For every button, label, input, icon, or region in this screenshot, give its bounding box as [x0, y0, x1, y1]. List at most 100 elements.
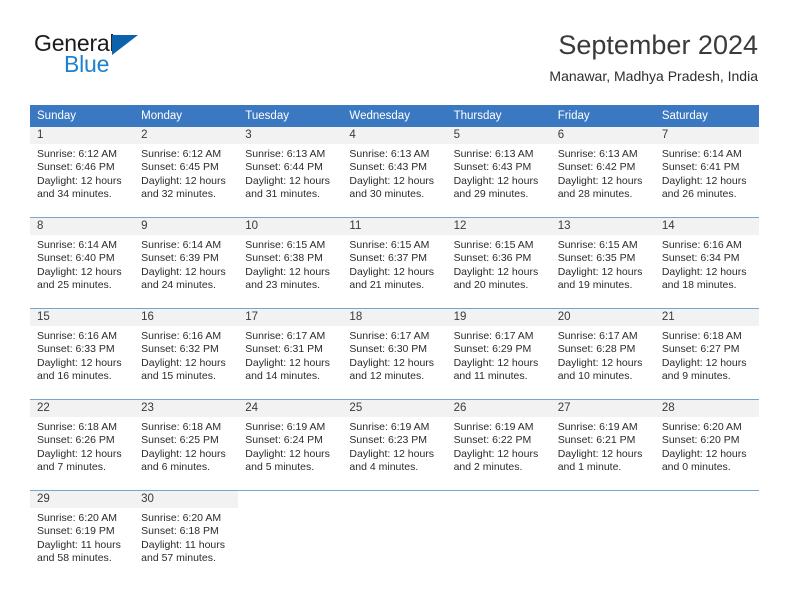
day-cell[interactable]: 27 Sunrise: 6:19 AM Sunset: 6:21 PM Dayligh… — [550, 399, 655, 491]
day-cell-empty — [654, 490, 759, 577]
day-cell[interactable]: 9 Sunrise: 6:14 AM Sunset: 6:39 PM Daylight… — [134, 217, 239, 309]
sunrise-text: Sunrise: 6:19 AM — [245, 421, 326, 433]
sunrise-text: Sunrise: 6:15 AM — [453, 239, 534, 251]
daylight-text-line2: and 0 minutes. — [661, 461, 731, 474]
day-cell[interactable]: 2 Sunrise: 6:12 AM Sunset: 6:45 PM Daylight… — [134, 127, 239, 218]
day-info: Sunrise: 6:15 AM Sunset: 6:37 PM Daylight:… — [342, 235, 446, 293]
day-cell[interactable]: 30 Sunrise: 6:20 AM Sunset: 6:18 PM Dayligh… — [134, 490, 239, 577]
day-info: Sunrise: 6:17 AM Sunset: 6:31 PM Daylight:… — [238, 326, 342, 384]
daylight-text-line1: Daylight: 12 hours — [453, 356, 539, 369]
day-cell[interactable]: 12 Sunrise: 6:15 AM Sunset: 6:36 PM Dayligh… — [446, 217, 551, 309]
day-number: 28 — [654, 400, 759, 417]
daylight-text-line1: Daylight: 11 hours — [141, 538, 225, 551]
general-blue-logo[interactable]: General Blue — [34, 32, 214, 84]
day-cell[interactable]: 1 Sunrise: 6:12 AM Sunset: 6:46 PM Daylight… — [30, 127, 135, 218]
day-info: Sunrise: 6:16 AM Sunset: 6:33 PM Daylight:… — [30, 326, 134, 384]
day-number: 18 — [342, 309, 447, 326]
day-cell[interactable]: 18 Sunrise: 6:17 AM Sunset: 6:30 PM Dayligh… — [342, 308, 447, 400]
day-number: 20 — [550, 309, 655, 326]
day-number: 21 — [654, 309, 759, 326]
day-cell[interactable]: 4 Sunrise: 6:13 AM Sunset: 6:43 PM Daylight… — [342, 127, 447, 218]
daylight-text-line1: Daylight: 12 hours — [661, 265, 747, 278]
day-cell[interactable]: 23 Sunrise: 6:18 AM Sunset: 6:25 PM Dayligh… — [134, 399, 239, 491]
daylight-text-line2: and 7 minutes. — [37, 461, 106, 474]
day-info: Sunrise: 6:18 AM Sunset: 6:25 PM Daylight:… — [134, 417, 238, 475]
day-cell[interactable]: 8 Sunrise: 6:14 AM Sunset: 6:40 PM Daylight… — [30, 217, 135, 309]
sunset-text: Sunset: 6:32 PM — [141, 343, 219, 356]
daylight-text-line2: and 26 minutes. — [661, 188, 737, 201]
day-cell[interactable]: 3 Sunrise: 6:13 AM Sunset: 6:44 PM Daylight… — [238, 127, 343, 218]
day-number — [238, 491, 342, 508]
day-cell[interactable]: 6 Sunrise: 6:13 AM Sunset: 6:42 PM Daylight… — [550, 127, 655, 218]
daylight-text-line1: Daylight: 12 hours — [557, 174, 643, 187]
calendar-table: Sunday Monday Tuesday Wednesday Thursday… — [30, 105, 759, 577]
sunset-text: Sunset: 6:38 PM — [245, 252, 323, 265]
sunrise-text: Sunrise: 6:20 AM — [37, 512, 117, 524]
day-cell[interactable]: 19 Sunrise: 6:17 AM Sunset: 6:29 PM Dayligh… — [446, 308, 551, 400]
weekday-header-tuesday: Tuesday — [238, 105, 343, 127]
day-number: 8 — [30, 218, 135, 235]
day-cell[interactable]: 5 Sunrise: 6:13 AM Sunset: 6:43 PM Daylight… — [446, 127, 551, 218]
sunrise-text: Sunrise: 6:13 AM — [557, 148, 638, 160]
sunset-text: Sunset: 6:29 PM — [453, 343, 532, 356]
day-number: 2 — [134, 127, 239, 144]
day-info: Sunrise: 6:14 AM Sunset: 6:41 PM Daylight:… — [655, 144, 759, 202]
sunset-text: Sunset: 6:28 PM — [557, 343, 636, 356]
daylight-text-line1: Daylight: 12 hours — [37, 356, 122, 369]
daylight-text-line2: and 9 minutes. — [661, 370, 731, 383]
day-cell[interactable]: 29 Sunrise: 6:20 AM Sunset: 6:19 PM Dayligh… — [30, 490, 135, 577]
day-number: 12 — [446, 218, 551, 235]
weekday-header-monday: Monday — [134, 105, 239, 127]
day-cell[interactable]: 17 Sunrise: 6:17 AM Sunset: 6:31 PM Dayligh… — [238, 308, 343, 400]
sunset-text: Sunset: 6:19 PM — [37, 525, 115, 538]
day-cell[interactable]: 10 Sunrise: 6:15 AM Sunset: 6:38 PM Dayligh… — [238, 217, 343, 309]
daylight-text-line2: and 4 minutes. — [349, 461, 419, 474]
daylight-text-line1: Daylight: 12 hours — [557, 447, 643, 460]
day-number: 15 — [30, 309, 135, 326]
day-number: 14 — [654, 218, 759, 235]
daylight-text-line1: Daylight: 12 hours — [245, 265, 330, 278]
day-cell[interactable]: 21 Sunrise: 6:18 AM Sunset: 6:27 PM Dayligh… — [654, 308, 759, 400]
sunrise-text: Sunrise: 6:17 AM — [245, 330, 326, 342]
day-info: Sunrise: 6:20 AM Sunset: 6:18 PM Daylight:… — [134, 508, 238, 566]
sunrise-text: Sunrise: 6:17 AM — [453, 330, 534, 342]
sunset-text: Sunset: 6:18 PM — [141, 525, 219, 538]
day-cell[interactable]: 25 Sunrise: 6:19 AM Sunset: 6:23 PM Dayligh… — [342, 399, 447, 491]
day-cell[interactable]: 20 Sunrise: 6:17 AM Sunset: 6:28 PM Dayligh… — [550, 308, 655, 400]
day-cell[interactable]: 14 Sunrise: 6:16 AM Sunset: 6:34 PM Dayligh… — [654, 217, 759, 309]
day-number — [447, 491, 551, 508]
sunrise-text: Sunrise: 6:19 AM — [557, 421, 638, 433]
day-cell[interactable]: 24 Sunrise: 6:19 AM Sunset: 6:24 PM Dayligh… — [238, 399, 343, 491]
day-info: Sunrise: 6:15 AM Sunset: 6:38 PM Daylight:… — [238, 235, 342, 293]
sunrise-text: Sunrise: 6:18 AM — [141, 421, 222, 433]
sunset-text: Sunset: 6:30 PM — [349, 343, 428, 356]
day-cell[interactable]: 11 Sunrise: 6:15 AM Sunset: 6:37 PM Dayligh… — [342, 217, 447, 309]
day-cell[interactable]: 28 Sunrise: 6:20 AM Sunset: 6:20 PM Dayligh… — [654, 399, 759, 491]
daylight-text-line1: Daylight: 12 hours — [245, 447, 330, 460]
day-cell[interactable]: 13 Sunrise: 6:15 AM Sunset: 6:35 PM Dayligh… — [550, 217, 655, 309]
day-cell[interactable]: 22 Sunrise: 6:18 AM Sunset: 6:26 PM Dayligh… — [30, 399, 135, 491]
day-cell[interactable]: 15 Sunrise: 6:16 AM Sunset: 6:33 PM Dayligh… — [30, 308, 135, 400]
day-cell[interactable]: 16 Sunrise: 6:16 AM Sunset: 6:32 PM Dayligh… — [134, 308, 239, 400]
sunset-text: Sunset: 6:33 PM — [37, 343, 115, 356]
weekday-header-sunday: Sunday — [30, 105, 135, 127]
daylight-text-line1: Daylight: 12 hours — [453, 265, 539, 278]
day-cell[interactable]: 26 Sunrise: 6:19 AM Sunset: 6:22 PM Dayligh… — [446, 399, 551, 491]
day-number: 24 — [238, 400, 343, 417]
calendar-header-row: Sunday Monday Tuesday Wednesday Thursday… — [30, 105, 759, 127]
day-cell[interactable]: 7 Sunrise: 6:14 AM Sunset: 6:41 PM Daylight… — [654, 127, 759, 218]
daylight-text-line1: Daylight: 12 hours — [37, 447, 122, 460]
daylight-text-line2: and 16 minutes. — [37, 370, 112, 383]
day-number: 13 — [550, 218, 655, 235]
daylight-text-line1: Daylight: 12 hours — [141, 447, 226, 460]
daylight-text-line2: and 5 minutes. — [245, 461, 315, 474]
sunrise-text: Sunrise: 6:18 AM — [661, 330, 742, 342]
calendar-page: General Blue September 2024 Manawar, Mad… — [0, 0, 792, 612]
sunset-text: Sunset: 6:40 PM — [37, 252, 115, 265]
sunset-text: Sunset: 6:23 PM — [349, 434, 428, 447]
daylight-text-line1: Daylight: 12 hours — [141, 174, 226, 187]
daylight-text-line2: and 31 minutes. — [245, 188, 320, 201]
week-row: 1 Sunrise: 6:12 AM Sunset: 6:46 PM Daylight… — [30, 127, 759, 218]
daylight-text-line1: Daylight: 12 hours — [349, 356, 435, 369]
day-number: 4 — [342, 127, 447, 144]
